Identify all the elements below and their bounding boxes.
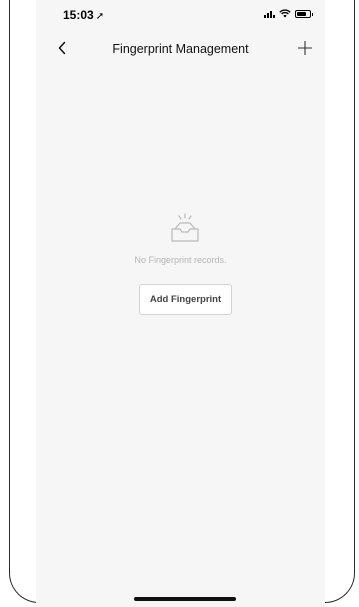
screen: 15:03 ➚ Fingerprint Management No Finger… [36,0,325,607]
empty-tray-icon [171,213,199,242]
signal-icon [264,10,275,18]
empty-message: No Fingerprint records. [134,255,227,265]
add-button[interactable] [295,38,315,58]
add-fingerprint-button[interactable]: Add Fingerprint [139,284,232,315]
status-bar: 15:03 ➚ [36,0,325,30]
status-icons [264,9,313,18]
nav-bar: Fingerprint Management [36,34,325,64]
home-indicator[interactable] [134,597,236,601]
location-arrow-icon: ➚ [95,11,105,22]
status-time: 15:03 ➚ [63,8,105,22]
battery-icon [295,9,313,18]
page-title: Fingerprint Management [112,42,249,56]
plus-icon [298,41,312,55]
wifi-icon [279,9,291,18]
